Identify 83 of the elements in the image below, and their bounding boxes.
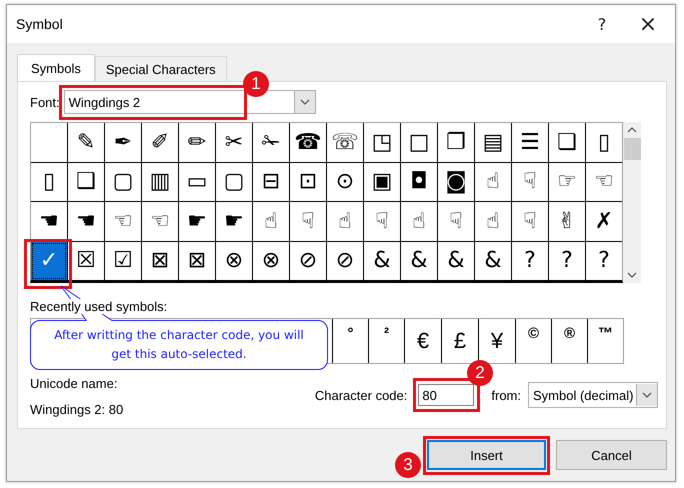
character-code-field[interactable]: 80 (418, 384, 474, 406)
scrollbar[interactable] (623, 122, 641, 283)
recent-symbols-label: Recently used symbols: (30, 299, 168, 314)
symbol-cell[interactable]: ☝ (327, 202, 363, 240)
symbol-cell[interactable]: ❑ (68, 162, 104, 201)
symbol-cell[interactable]: ▯ (586, 123, 622, 162)
symbol-cell[interactable]: ☟ (364, 202, 400, 240)
symbol-cell[interactable]: ☟ (438, 202, 474, 240)
symbol-cell[interactable]: ☒ (68, 242, 104, 280)
symbol-cell[interactable]: ☟ (290, 202, 326, 240)
dialog-button[interactable]: Cancel (556, 440, 667, 470)
symbol-cell[interactable]: ☜ (586, 162, 622, 201)
dialog-button[interactable]: Insert (427, 440, 546, 470)
symbol-cell[interactable]: ☝ (253, 202, 289, 240)
tab[interactable]: Symbols (17, 54, 95, 81)
symbol-cell[interactable]: ☟ (512, 162, 548, 201)
symbol-cell[interactable] (31, 123, 67, 162)
symbol-cell[interactable]: ☝ (475, 162, 511, 201)
symbol-cell[interactable]: ✗ (586, 202, 622, 240)
symbol-cell[interactable]: ☝ (475, 202, 511, 240)
symbol-cell[interactable]: ◘ (401, 162, 437, 201)
symbol-cell[interactable]: ▥ (142, 162, 178, 201)
symbol-cell[interactable]: ? (549, 242, 585, 280)
symbol-cell[interactable]: ☞ (549, 162, 585, 201)
font-dropdown[interactable]: Wingdings 2 (64, 90, 316, 114)
symbol-cell[interactable]: ✎ (68, 123, 104, 162)
symbol-cell[interactable]: ⊘ (290, 242, 326, 280)
symbol-cell[interactable]: ▭ (179, 162, 215, 201)
help-button[interactable]: ? (579, 6, 625, 42)
symbol-cell[interactable]: ✁ (253, 123, 289, 162)
highlight-frame (24, 239, 72, 289)
symbol-cell[interactable]: ☑ (105, 242, 141, 280)
from-dropdown[interactable]: Symbol (decimal) (528, 382, 658, 408)
symbol-cell[interactable]: ✓ (31, 242, 67, 280)
symbol-cell[interactable]: & (364, 242, 400, 280)
symbol-cell[interactable]: ? (512, 242, 548, 280)
symbol-cell[interactable]: ☏ (327, 123, 363, 162)
symbol-cell[interactable]: ▣ (364, 162, 400, 201)
symbol-cell[interactable]: ☝ (401, 202, 437, 240)
close-button[interactable]: × (625, 6, 671, 42)
symbol-cell[interactable]: ☟ (512, 202, 548, 240)
symbol-cell[interactable]: ☎ (290, 123, 326, 162)
symbol-cell[interactable]: ✒ (105, 123, 141, 162)
symbol-cell[interactable]: ▯ (31, 162, 67, 201)
symbol-cell[interactable]: ✌ (549, 202, 585, 240)
symbol-cell[interactable]: ☛ (216, 202, 252, 240)
symbol-cell[interactable]: ☰ (512, 123, 548, 162)
symbol-cell[interactable]: ✂ (216, 123, 252, 162)
symbol-cell[interactable]: ☜ (105, 202, 141, 240)
unicode-name-value: Wingdings 2: 80 (30, 402, 124, 417)
symbol-cell[interactable]: ⊙ (327, 162, 363, 201)
symbol-cell[interactable]: ⊠ (142, 242, 178, 280)
symbol-cell[interactable]: ▤ (475, 123, 511, 162)
symbol-cell[interactable]: ✐ (142, 123, 178, 162)
font-label: Font: (30, 94, 60, 110)
symbol-cell[interactable]: ⊗ (216, 242, 252, 280)
symbol-cell[interactable]: ⊗ (253, 242, 289, 280)
symbol-cell[interactable]: ? (586, 242, 622, 280)
scroll-thumb[interactable] (624, 138, 640, 160)
symbol-cell[interactable]: ◙ (438, 162, 474, 201)
tab[interactable]: Special Characters (94, 56, 227, 81)
window-title: Symbol (16, 16, 63, 32)
symbol-cell[interactable]: ❏ (549, 123, 585, 162)
symbol-cell[interactable]: ⊘ (327, 242, 363, 280)
symbol-cell[interactable]: ◳ (364, 123, 400, 162)
symbol-cell[interactable]: & (475, 242, 511, 280)
character-code-label: Character code: (314, 388, 408, 402)
symbol-cell[interactable]: ❐ (438, 123, 474, 162)
symbol-cell[interactable]: & (401, 242, 437, 280)
symbol-cell[interactable]: ☚ (31, 202, 67, 240)
symbol-cell[interactable]: ☜ (142, 202, 178, 240)
symbol-cell[interactable]: ▢ (105, 162, 141, 201)
symbol-cell[interactable]: ▢ (216, 162, 252, 201)
symbol-cell[interactable]: & (438, 242, 474, 280)
symbol-cell[interactable]: ☛ (179, 202, 215, 240)
symbol-cell[interactable]: ⊠ (179, 242, 215, 280)
from-label: from: (491, 388, 521, 402)
symbol-cell[interactable]: ☚ (68, 202, 104, 240)
symbol-cell[interactable]: ⊟ (253, 162, 289, 201)
symbol-cell[interactable]: ⊡ (290, 162, 326, 201)
symbol-cell[interactable]: ✏ (179, 123, 215, 162)
unicode-name-label: Unicode name: (30, 376, 118, 391)
symbol-cell[interactable]: □ (401, 123, 437, 162)
